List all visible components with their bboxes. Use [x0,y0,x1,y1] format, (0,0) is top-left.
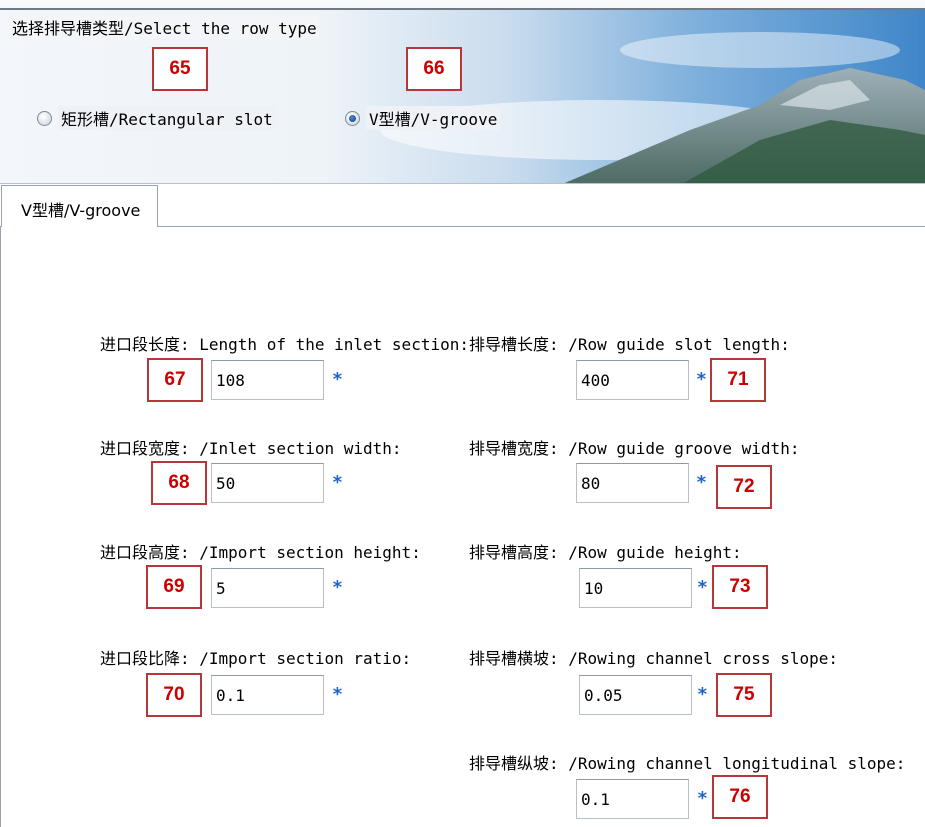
guide-cross-slope-input[interactable] [579,675,692,715]
callout-badge-72: 72 [716,465,772,509]
required-asterisk: * [696,472,707,493]
rectangular-slot-label[interactable]: 矩形槽/Rectangular slot [58,106,276,130]
inlet-length-label: 进口段长度: Length of the inlet section: [100,335,469,354]
callout-badge-75: 75 [716,673,772,717]
required-asterisk: * [697,788,708,809]
required-asterisk: * [697,577,708,598]
callout-badge-69: 69 [146,565,202,609]
callout-badge-65: 65 [152,47,208,91]
required-asterisk: * [332,577,343,598]
inlet-width-label: 进口段宽度: /Inlet section width: [100,439,402,458]
guide-length-input[interactable] [576,360,689,400]
radio-checked-icon[interactable] [345,110,360,126]
required-asterisk: * [696,369,707,390]
inlet-ratio-input[interactable] [211,675,324,715]
guide-width-label: 排导槽宽度: /Row guide groove width: [469,439,800,458]
radio-unchecked-icon[interactable] [37,110,52,126]
inlet-width-input[interactable] [211,463,324,503]
required-asterisk: * [332,472,343,493]
v-groove-label[interactable]: V型槽/V-groove [366,106,501,130]
guide-height-label: 排导槽高度: /Row guide height: [469,543,742,562]
callout-badge-76: 76 [712,775,768,819]
inlet-height-input[interactable] [211,568,324,608]
inlet-length-input[interactable] [211,360,324,400]
guide-width-input[interactable] [576,463,689,503]
tab-page-border [0,226,1,827]
callout-badge-71: 71 [710,358,766,402]
v-groove-radio[interactable]: V型槽/V-groove [345,106,501,130]
group-border-top [0,8,925,10]
callout-badge-67: 67 [147,358,203,402]
callout-badge-73: 73 [712,565,768,609]
inlet-height-label: 进口段高度: /Import section height: [100,543,421,562]
guide-longitudinal-slope-label: 排导槽纵坡: /Rowing channel longitudinal slop… [469,754,906,773]
guide-length-label: 排导槽长度: /Row guide slot length: [469,335,790,354]
tab-strip-divider [158,226,925,227]
required-asterisk: * [697,684,708,705]
tab-v-groove-label: V型槽/V-groove [21,201,141,220]
callout-badge-68: 68 [151,461,207,505]
row-type-panel: 选择排导槽类型/Select the row type 矩形槽/Rectangu… [0,0,925,184]
inlet-ratio-label: 进口段比降: /Import section ratio: [100,649,412,668]
callout-badge-70: 70 [146,673,202,717]
required-asterisk: * [332,369,343,390]
guide-height-input[interactable] [579,568,692,608]
tab-v-groove[interactable]: V型槽/V-groove [1,185,158,227]
guide-longitudinal-slope-input[interactable] [576,779,689,819]
guide-cross-slope-label: 排导槽横坡: /Rowing channel cross slope: [469,649,838,668]
callout-badge-66: 66 [406,47,462,91]
row-type-group-title: 选择排导槽类型/Select the row type [10,15,319,39]
required-asterisk: * [332,684,343,705]
rectangular-slot-radio[interactable]: 矩形槽/Rectangular slot [37,106,276,130]
